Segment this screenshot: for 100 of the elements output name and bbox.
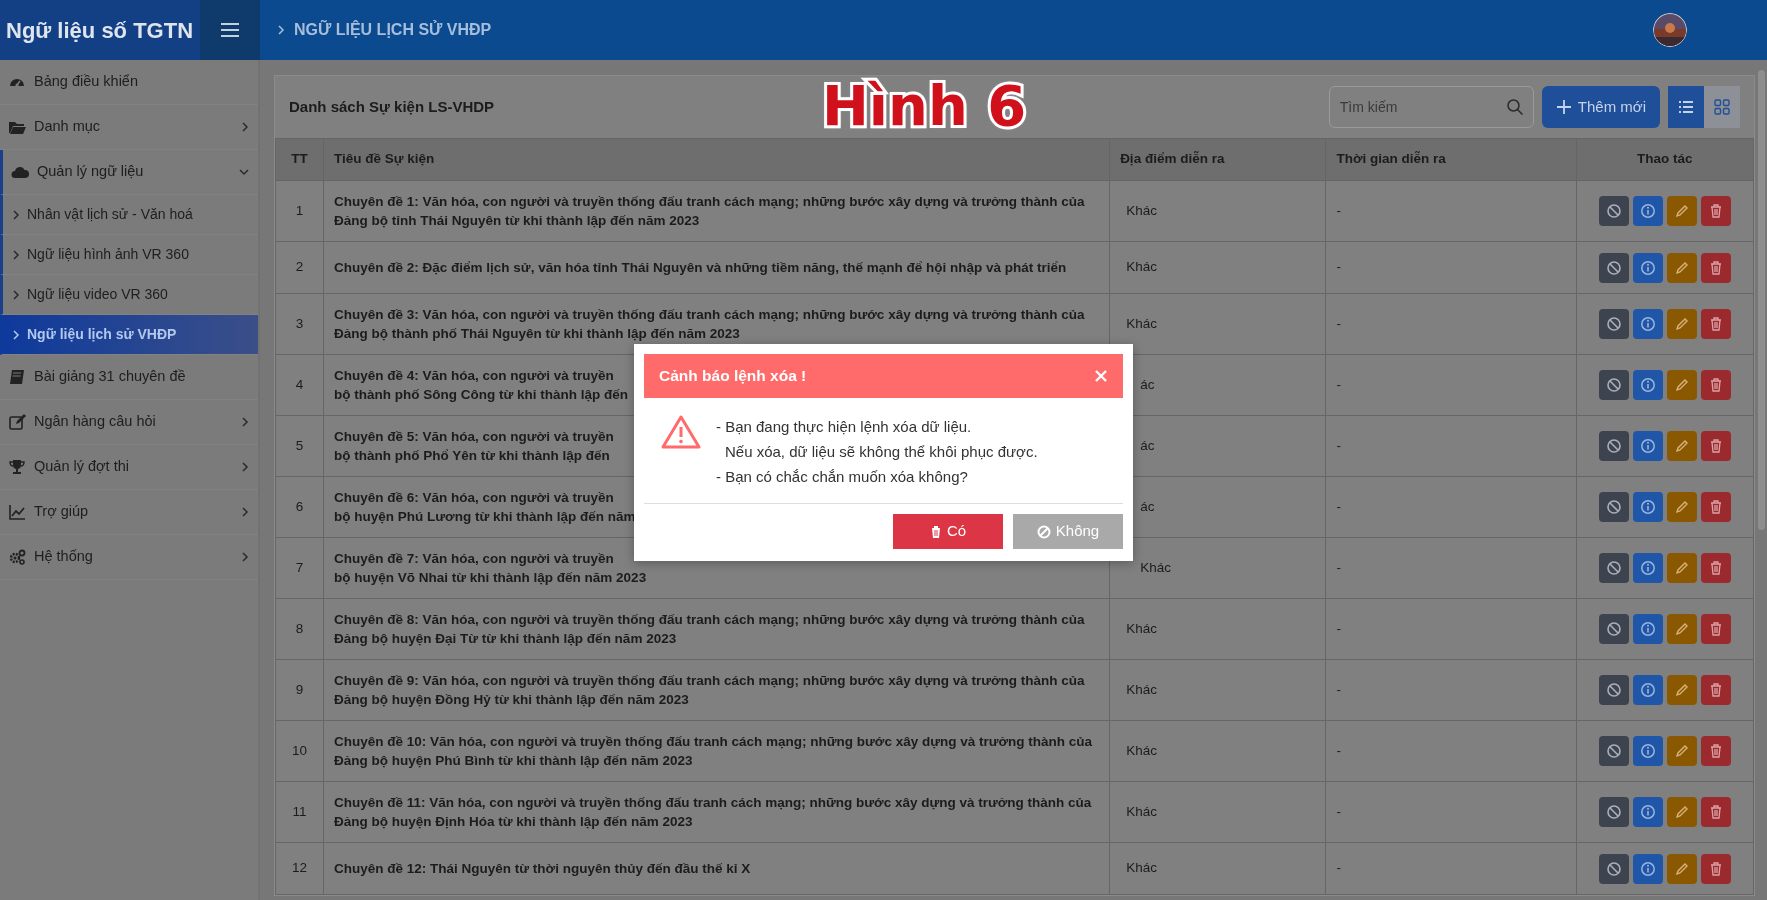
list-view-button[interactable]	[1668, 86, 1704, 128]
table-cell: 9	[275, 659, 324, 721]
block-button[interactable]	[1598, 196, 1629, 226]
info-icon	[1639, 682, 1656, 698]
sidebar-subitem[interactable]: Ngữ liệu lịch sử VHĐP	[0, 315, 258, 355]
edit-button[interactable]	[1666, 797, 1697, 827]
table-cell: -	[1325, 354, 1577, 416]
delete-button[interactable]	[1700, 614, 1731, 644]
edit-button[interactable]	[1666, 492, 1697, 522]
table-cell: bộ thành phố Phổ Yên từ khi thành lập đến	[334, 446, 610, 465]
delete-button[interactable]	[1700, 431, 1731, 461]
block-icon	[1605, 560, 1622, 576]
info-button[interactable]	[1632, 431, 1663, 461]
dialog-message: - Bạn đang thực hiện lệnh xóa dữ liệu.	[716, 417, 973, 437]
info-icon	[1639, 860, 1656, 877]
edit-button[interactable]	[1666, 431, 1697, 461]
delete-button[interactable]	[1700, 492, 1731, 522]
column-header: TT	[275, 138, 324, 181]
breadcrumb: NGỮ LIỆU LỊCH SỬ VHĐP	[294, 19, 492, 40]
info-icon	[1639, 621, 1656, 637]
edit-button[interactable]	[1666, 309, 1697, 339]
edit-button[interactable]	[1666, 736, 1697, 766]
table-cell: Chuyên đề 8: Văn hóa, con người và truyền thống đấu tranh cách mạng; những bước xây dựng và trưởng thành của Đảng bộ huyện Đại Từ từ khi thành lập đến năm 2023	[323, 598, 1110, 660]
table-cell: Khác	[1126, 742, 1157, 758]
pencil-icon	[1673, 438, 1690, 454]
delete-button[interactable]	[1700, 675, 1731, 705]
info-button[interactable]	[1632, 853, 1663, 884]
delete-button[interactable]	[1700, 370, 1731, 400]
table-cell: Khác	[1126, 681, 1157, 697]
grid-view-button[interactable]	[1704, 86, 1740, 128]
block-button[interactable]	[1598, 553, 1629, 583]
table-cell: Chuyên đề 11: Văn hóa, con người và truyền thống đấu tranh cách mạng; những bước xây dựng và trưởng thành của Đảng bộ huyện Định Hóa từ khi thành lập đến năm 2023	[323, 781, 1110, 843]
chevron-right-icon	[240, 506, 250, 518]
table-cell: -	[1325, 180, 1577, 242]
info-button[interactable]	[1632, 370, 1663, 400]
block-icon	[1605, 499, 1622, 515]
edit-button[interactable]	[1666, 553, 1697, 583]
info-button[interactable]	[1632, 553, 1663, 583]
info-button[interactable]	[1632, 196, 1663, 226]
cancel-button[interactable]: Không	[1013, 514, 1123, 549]
block-button[interactable]	[1598, 431, 1629, 461]
block-button[interactable]	[1598, 370, 1629, 400]
edit-button[interactable]	[1666, 252, 1697, 283]
delete-button[interactable]	[1700, 309, 1731, 339]
table-cell: Chuyên đề 9: Văn hóa, con người và truyền thống đấu tranh cách mạng; những bước xây dựng và trưởng thành của Đảng bộ huyện Đồng Hỷ từ khi thành lập đến năm 2023	[323, 659, 1110, 721]
delete-button[interactable]	[1700, 553, 1731, 583]
table-cell: 5	[275, 415, 324, 477]
info-button[interactable]	[1632, 252, 1663, 283]
menu-icon	[220, 22, 240, 38]
chevron-right-icon	[11, 208, 21, 221]
table-cell: 11	[275, 781, 324, 843]
delete-button[interactable]	[1700, 853, 1731, 884]
sidebar-subitem[interactable]: Ngữ liệu hình ảnh VR 360	[0, 235, 258, 275]
delete-button[interactable]	[1700, 252, 1731, 283]
menu-toggle-button[interactable]	[200, 0, 260, 60]
pencil-icon	[1673, 560, 1690, 576]
table-cell: bộ thành phố Sông Công từ khi thành lập đến	[334, 385, 629, 404]
delete-button[interactable]	[1700, 196, 1731, 226]
info-button[interactable]	[1632, 309, 1663, 339]
block-button[interactable]	[1598, 675, 1629, 705]
edit-button[interactable]	[1666, 675, 1697, 705]
block-button[interactable]	[1598, 614, 1629, 644]
table-cell: Chuyên đề 2: Đặc điểm lịch sử, văn hóa tỉnh Thái Nguyên và những tiềm năng, thế mạnh để hội nhập và phát triển	[323, 241, 1110, 294]
avatar[interactable]	[1653, 13, 1687, 47]
close-button[interactable]	[1094, 369, 1108, 383]
table-cell: 10	[275, 720, 324, 782]
block-icon	[1605, 804, 1622, 820]
block-button[interactable]	[1598, 853, 1629, 884]
sidebar-subitem[interactable]: Ngữ liệu video VR 360	[0, 275, 258, 315]
delete-button[interactable]	[1700, 736, 1731, 766]
search-field[interactable]: Tìm kiếm	[1328, 86, 1534, 128]
search-icon	[1505, 98, 1524, 116]
table-cell: Khác	[1126, 860, 1157, 876]
info-button[interactable]	[1632, 675, 1663, 705]
table-cell: Khác	[1126, 259, 1157, 275]
block-button[interactable]	[1598, 309, 1629, 339]
block-button[interactable]	[1598, 797, 1629, 827]
block-button[interactable]	[1598, 492, 1629, 522]
table-cell: -	[1325, 720, 1577, 782]
table-cell: -	[1325, 415, 1577, 477]
info-button[interactable]	[1632, 492, 1663, 522]
edit-button[interactable]	[1666, 614, 1697, 644]
info-button[interactable]	[1632, 797, 1663, 827]
add-new-button[interactable]: Thêm mới	[1541, 86, 1660, 128]
block-icon	[1605, 259, 1622, 276]
table-cell: bộ huyện Phú Lương từ khi thành lập đến năm	[334, 507, 636, 526]
card-title: Danh sách Sự kiện LS-VHDP	[289, 96, 495, 117]
block-button[interactable]	[1598, 252, 1629, 283]
confirm-button[interactable]: Có	[893, 514, 1003, 549]
info-button[interactable]	[1632, 614, 1663, 644]
block-icon	[1036, 524, 1051, 539]
sidebar-subitem[interactable]: Nhân vật lịch sử - Văn hoá	[0, 195, 258, 235]
edit-button[interactable]	[1666, 370, 1697, 400]
edit-button[interactable]	[1666, 196, 1697, 226]
sidebar-item[interactable]: Quản lý ngữ liệu	[0, 150, 258, 195]
info-icon	[1639, 499, 1656, 515]
info-button[interactable]	[1632, 736, 1663, 766]
block-button[interactable]	[1598, 736, 1629, 766]
edit-button[interactable]	[1666, 853, 1697, 884]
delete-button[interactable]	[1700, 797, 1731, 827]
